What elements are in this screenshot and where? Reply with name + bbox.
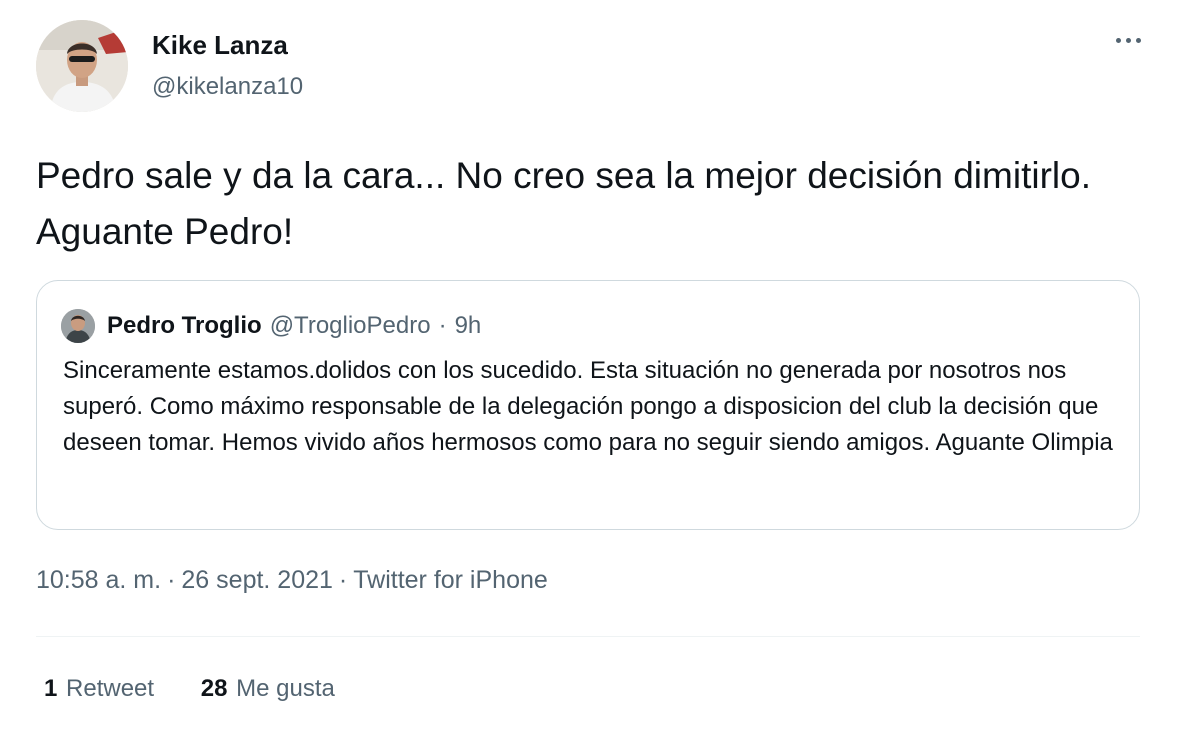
quoted-author-avatar[interactable]: [61, 309, 95, 343]
quoted-author-handle[interactable]: @TroglioPedro: [270, 312, 431, 340]
more-icon[interactable]: [1108, 28, 1148, 52]
quoted-time[interactable]: 9h: [455, 312, 482, 340]
tweet-date-link[interactable]: 26 sept. 2021: [181, 566, 333, 594]
tweet-time-link[interactable]: 10:58 a. m.: [36, 566, 161, 594]
more-dot: [1125, 37, 1131, 43]
tweet-time: 10:58 a. m.: [36, 566, 162, 594]
quoted-separator: ·: [438, 312, 447, 339]
meta-separator: ·: [338, 566, 348, 594]
author-avatar[interactable]: [36, 20, 128, 112]
author-avatar-image: [36, 20, 128, 112]
tweet-text: Pedro sale y da la cara... No creo sea l…: [36, 155, 1091, 252]
tweet-stats: 1 Retweet 28 Me gusta: [44, 675, 375, 703]
author-handle[interactable]: @kikelanza10: [152, 73, 303, 101]
quoted-tweet-card[interactable]: Pedro Troglio @TroglioPedro · 9h Sincera…: [36, 280, 1140, 530]
more-dot: [1115, 37, 1121, 43]
quoted-author-avatar-image: [61, 309, 95, 343]
meta-separator: ·: [167, 566, 176, 594]
tweet-date: 26 sept. 2021: [181, 566, 333, 594]
retweets-label: Retweet: [66, 675, 155, 702]
tweet-source-link[interactable]: Twitter for iPhone: [353, 566, 548, 594]
likes-stat[interactable]: 28 Me gusta: [201, 675, 335, 703]
quoted-tweet-text: Sinceramente estamos.dolidos con los suc…: [63, 357, 1113, 456]
tweet-source: Twitter for iPhone: [353, 566, 548, 594]
likes-count: 28: [200, 675, 228, 702]
retweets-stat[interactable]: 1 Retweet: [44, 675, 154, 703]
quoted-author-name[interactable]: Pedro Troglio: [107, 312, 262, 340]
retweets-count: 1: [44, 675, 58, 702]
tweet-meta: 10:58 a. m. · 26 sept. 2021 · Twitter for iP…: [36, 566, 548, 595]
divider: [36, 636, 1140, 637]
quoted-tweet-header: Pedro Troglio @TroglioPedro · 9h: [61, 309, 481, 343]
author-name[interactable]: Kike Lanza: [152, 30, 288, 61]
likes-label: Me gusta: [236, 675, 335, 702]
more-dot: [1135, 37, 1141, 43]
